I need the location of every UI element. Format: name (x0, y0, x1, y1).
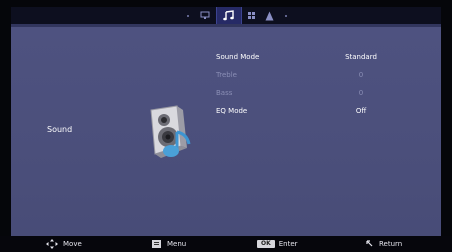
sound-menu-panel: Sound Sound Mode Standard Treble 0 Bass … (11, 24, 441, 236)
hint-return-label: Return (379, 240, 403, 248)
tab-sound[interactable] (216, 7, 242, 24)
menu-key-icon (152, 240, 161, 248)
setting-value-bass: 0 (358, 89, 364, 97)
return-arrow-icon (366, 240, 373, 247)
setting-value-sound-mode[interactable]: Standard (333, 53, 389, 61)
tab-dot-right[interactable] (279, 7, 293, 24)
dot-icon (187, 14, 189, 17)
hint-enter-label: Enter (278, 240, 298, 248)
speaker-icon (150, 105, 191, 158)
music-note-icon (223, 10, 234, 21)
hint-move-label: Move (63, 240, 82, 248)
hint-menu-label: Menu (167, 240, 187, 248)
tab-dot-left[interactable] (181, 7, 195, 24)
lock-icon (265, 11, 273, 20)
setting-label-sound-mode[interactable]: Sound Mode (216, 53, 259, 61)
setting-value-eq-mode[interactable]: Off (333, 107, 389, 115)
ok-key-badge: OK (257, 240, 275, 248)
dot-icon (285, 14, 287, 17)
footer-hint-bar: Move Menu OK Enter Return (0, 236, 452, 252)
tab-lock[interactable] (261, 7, 277, 24)
hint-menu: Menu (152, 239, 186, 249)
setting-value-treble: 0 (358, 71, 364, 79)
tab-setup[interactable] (243, 7, 259, 24)
setting-label-eq-mode[interactable]: EQ Mode (216, 107, 247, 115)
setting-label-bass: Bass (216, 89, 233, 97)
setting-label-treble: Treble (216, 71, 237, 79)
hint-move: Move (46, 239, 82, 249)
panel-divider (11, 24, 441, 27)
tv-screen: Sound Sound Mode Standard Treble 0 Bass … (0, 0, 452, 252)
monitor-icon (200, 11, 210, 19)
grid-icon (247, 12, 255, 19)
menu-tab-bar (11, 7, 441, 24)
arrows-icon (46, 239, 58, 249)
tab-picture[interactable] (197, 7, 213, 24)
hint-return: Return (366, 239, 402, 249)
hint-enter: OK Enter (257, 239, 298, 249)
page-title: Sound (47, 125, 73, 134)
